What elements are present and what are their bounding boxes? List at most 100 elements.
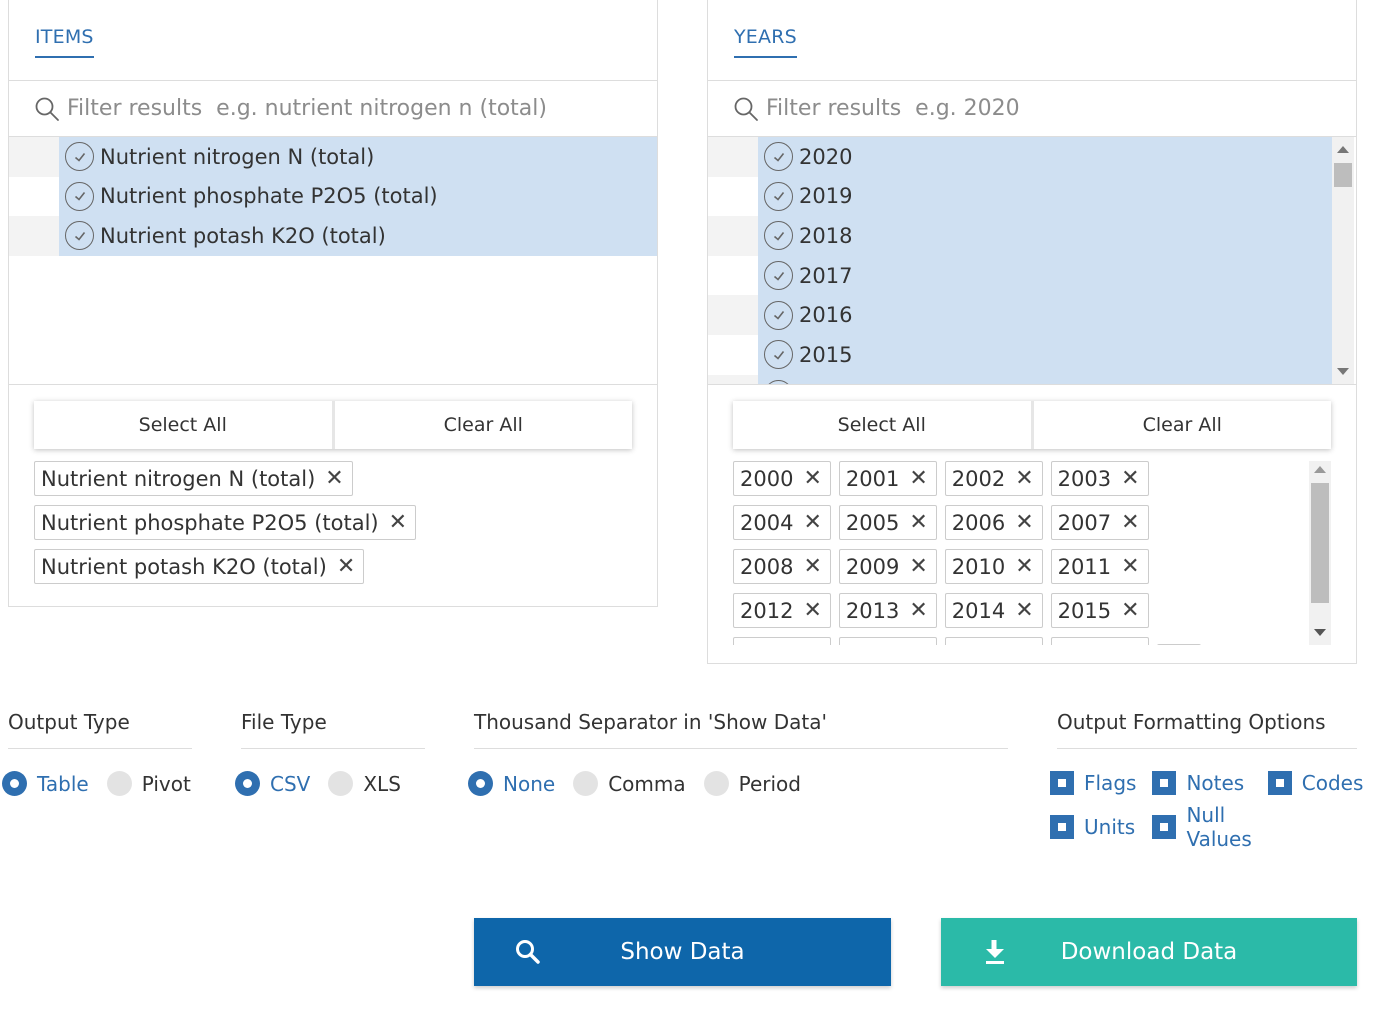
- check-circle-icon[interactable]: [764, 340, 793, 370]
- checkbox-box[interactable]: [1152, 771, 1177, 795]
- years-option-list[interactable]: 2020 2019 2018 2017 2016 2015: [708, 137, 1332, 384]
- radio-thousand-separator-2[interactable]: Period: [703, 771, 801, 796]
- list-item-label: 2018: [799, 223, 853, 248]
- list-item-body[interactable]: 2020: [758, 137, 1332, 177]
- close-icon[interactable]: ✕: [909, 598, 927, 623]
- close-icon[interactable]: ✕: [909, 642, 927, 645]
- close-icon[interactable]: ✕: [1121, 598, 1139, 623]
- checkbox-3[interactable]: Units: [1050, 803, 1136, 851]
- list-item-body[interactable]: Nutrient potash K2O (total): [59, 216, 657, 256]
- close-icon[interactable]: ✕: [803, 510, 821, 535]
- close-icon[interactable]: ✕: [1015, 466, 1033, 491]
- show-data-button[interactable]: Show Data: [474, 918, 891, 986]
- radio-thousand-separator-1[interactable]: Comma: [573, 771, 686, 796]
- close-icon[interactable]: ✕: [1121, 642, 1139, 645]
- close-icon[interactable]: ✕: [1121, 466, 1139, 491]
- list-item-body[interactable]: 2017: [758, 255, 1332, 296]
- list-item[interactable]: 2019: [708, 176, 1332, 217]
- radio-dot[interactable]: [573, 771, 599, 796]
- radio-dot[interactable]: [328, 771, 354, 796]
- radio-dot[interactable]: [2, 771, 27, 796]
- radio-dot[interactable]: [468, 771, 493, 796]
- close-icon[interactable]: ✕: [1121, 554, 1139, 579]
- scroll-down-icon[interactable]: [1314, 629, 1326, 636]
- close-icon[interactable]: ✕: [325, 466, 343, 491]
- list-item[interactable]: 2015: [708, 334, 1332, 375]
- close-icon[interactable]: ✕: [909, 554, 927, 579]
- list-item[interactable]: 2016: [708, 295, 1332, 335]
- scroll-up-icon[interactable]: [1314, 466, 1326, 473]
- list-item[interactable]: 2018: [708, 216, 1332, 256]
- close-icon[interactable]: ✕: [803, 466, 821, 491]
- checkbox-box[interactable]: [1050, 771, 1074, 795]
- list-item[interactable]: 2017: [708, 255, 1332, 296]
- list-item-body[interactable]: 2015: [758, 334, 1332, 375]
- check-circle-icon[interactable]: [764, 300, 793, 330]
- check-circle-icon[interactable]: [764, 181, 793, 211]
- radio-output-type-0[interactable]: Table: [2, 771, 89, 796]
- download-data-button[interactable]: Download Data: [941, 918, 1357, 986]
- close-icon[interactable]: ✕: [389, 510, 407, 535]
- check-circle-icon[interactable]: [764, 261, 793, 291]
- years-tab[interactable]: YEARS: [734, 26, 797, 58]
- list-item-body[interactable]: 2018: [758, 216, 1332, 256]
- checkbox-2[interactable]: Codes: [1267, 771, 1363, 795]
- list-item[interactable]: [708, 374, 1332, 384]
- check-circle-icon[interactable]: [65, 221, 94, 251]
- checkbox-1[interactable]: Notes: [1152, 771, 1251, 795]
- close-icon[interactable]: ✕: [337, 554, 355, 579]
- list-item[interactable]: 2020: [708, 137, 1332, 177]
- items-select-all-button[interactable]: Select All: [34, 401, 332, 449]
- checkbox-box[interactable]: [1267, 771, 1292, 795]
- close-icon[interactable]: ✕: [803, 642, 821, 645]
- list-item-body[interactable]: Nutrient nitrogen N (total): [59, 137, 657, 177]
- years-list-scroll-thumb[interactable]: [1334, 163, 1352, 187]
- selected-chip: 2004 ✕: [733, 505, 831, 540]
- list-item-body[interactable]: 2016: [758, 295, 1332, 335]
- check-circle-icon[interactable]: [764, 142, 793, 172]
- list-item-body[interactable]: 2019: [758, 176, 1332, 217]
- close-icon[interactable]: ✕: [909, 466, 927, 491]
- close-icon[interactable]: ✕: [803, 554, 821, 579]
- scroll-up-icon[interactable]: [1337, 146, 1349, 153]
- items-clear-all-button[interactable]: Clear All: [331, 401, 632, 449]
- list-item[interactable]: Nutrient phosphate P2O5 (total): [9, 176, 657, 217]
- close-icon[interactable]: ✕: [1015, 554, 1033, 579]
- radio-dot[interactable]: [106, 771, 132, 796]
- radio-file-type-0[interactable]: CSV: [235, 771, 310, 796]
- years-filter-input[interactable]: [766, 91, 1326, 125]
- close-icon[interactable]: ✕: [1015, 510, 1033, 535]
- close-icon[interactable]: ✕: [803, 598, 821, 623]
- close-icon[interactable]: ✕: [1015, 642, 1033, 645]
- check-circle-icon[interactable]: [65, 181, 94, 211]
- years-chips-scroll-thumb[interactable]: [1311, 483, 1329, 603]
- items-filter-input[interactable]: [67, 91, 627, 125]
- list-item[interactable]: Nutrient nitrogen N (total): [9, 137, 657, 177]
- radio-dot[interactable]: [235, 771, 260, 796]
- checkbox-box[interactable]: [1152, 815, 1177, 839]
- list-item[interactable]: Nutrient potash K2O (total): [9, 216, 657, 256]
- list-item-body[interactable]: Nutrient phosphate P2O5 (total): [59, 176, 657, 217]
- checkbox-0[interactable]: Flags: [1050, 771, 1136, 795]
- radio-output-type-1[interactable]: Pivot: [106, 771, 191, 796]
- years-clear-all-button[interactable]: Clear All: [1030, 401, 1331, 449]
- years-select-all-button[interactable]: Select All: [733, 401, 1031, 449]
- list-item-body[interactable]: [758, 374, 1332, 384]
- items-option-list[interactable]: Nutrient nitrogen N (total) Nutrient phos…: [9, 137, 657, 385]
- checkbox-box[interactable]: [1050, 815, 1074, 839]
- checkbox-4[interactable]: Null Values: [1152, 803, 1252, 851]
- check-circle-icon[interactable]: [764, 379, 793, 384]
- radio-thousand-separator-0[interactable]: None: [468, 771, 555, 796]
- years-list-scrollbar[interactable]: [1332, 137, 1354, 384]
- items-tab[interactable]: ITEMS: [35, 26, 94, 58]
- close-icon[interactable]: ✕: [1121, 510, 1139, 535]
- chip-label: 2017: [846, 643, 899, 646]
- close-icon[interactable]: ✕: [909, 510, 927, 535]
- scroll-down-icon[interactable]: [1337, 368, 1349, 375]
- radio-dot[interactable]: [703, 771, 729, 796]
- check-circle-icon[interactable]: [65, 142, 94, 172]
- close-icon[interactable]: ✕: [1015, 598, 1033, 623]
- check-circle-icon[interactable]: [764, 221, 793, 251]
- years-chips-scrollbar[interactable]: [1309, 461, 1331, 645]
- radio-file-type-1[interactable]: XLS: [328, 771, 401, 796]
